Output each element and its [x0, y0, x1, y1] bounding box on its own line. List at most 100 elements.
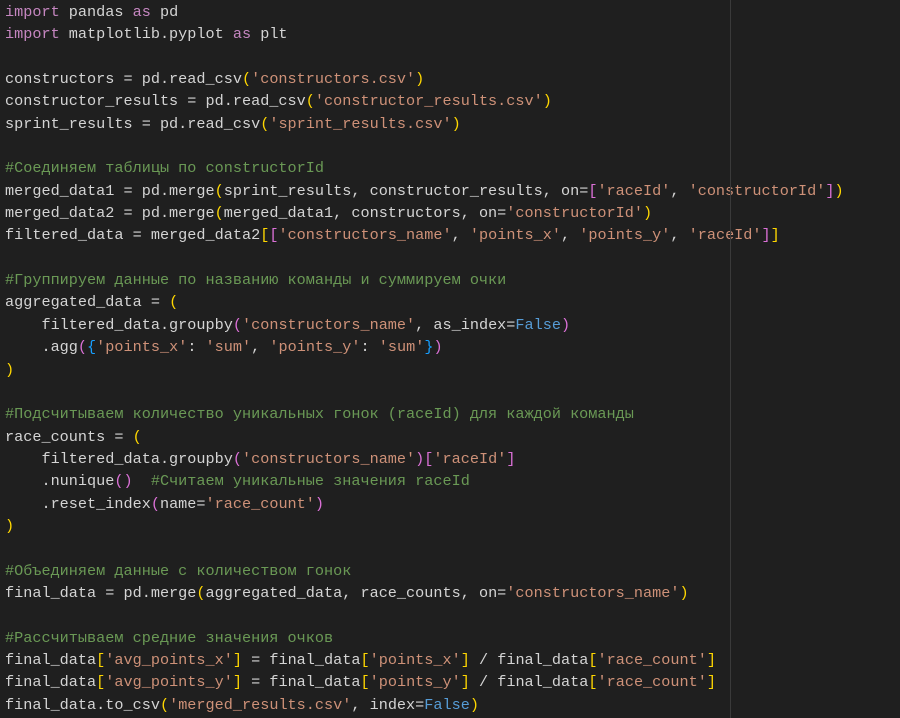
code-line[interactable]: ) [5, 359, 900, 381]
comment: #Рассчитываем средние значения очков [5, 628, 334, 647]
string-literal: 'sprint_results.csv' [269, 114, 452, 133]
code-line[interactable]: .agg({'points_x': 'sum', 'points_y': 'su… [5, 336, 900, 358]
code-line[interactable]: final_data.to_csv('merged_results.csv', … [5, 694, 900, 716]
string-literal: 'constructors.csv' [251, 70, 416, 89]
code-line[interactable]: ​ [5, 604, 900, 626]
code-line[interactable]: race_counts = ( [5, 426, 900, 448]
code-text: final_data.to_csv [5, 695, 160, 714]
code-line[interactable]: constructor_results = pd.read_csv('const… [5, 90, 900, 112]
code-text: final_data [5, 650, 97, 669]
bracket: ( [150, 494, 160, 513]
bracket: ( [159, 695, 170, 714]
code-line[interactable]: #Соединяем таблицы по constructorId [5, 157, 900, 179]
bracket: ( [305, 92, 315, 111]
code-text: final_data = pd.merge [5, 583, 197, 602]
code-line[interactable]: ​ [5, 537, 900, 559]
code-line[interactable]: filtered_data.groupby('constructors_name… [5, 314, 900, 336]
bracket: ) [415, 70, 425, 89]
code-line[interactable]: .reset_index(name='race_count') [5, 493, 900, 515]
code-text: merged_data1 = pd.merge [5, 181, 215, 200]
code-line[interactable]: filtered_data.groupby('constructors_name… [5, 448, 900, 470]
comment: #Считаем уникальные значения raceId [150, 472, 470, 491]
code-line[interactable]: ​ [5, 135, 900, 157]
string-literal: 'raceId' [688, 226, 762, 245]
bracket: ] [706, 673, 716, 692]
string-literal: 'points_y' [579, 226, 671, 245]
constant: False [424, 695, 470, 714]
bracket: ( [214, 181, 224, 200]
string-literal: 'avg_points_x' [105, 650, 233, 669]
code-text: matplotlib.pyplot [59, 25, 233, 44]
code-editor[interactable]: import pandas as pd import matplotlib.pyp… [5, 1, 900, 716]
bracket: [ [96, 673, 106, 692]
bracket: ( [241, 70, 252, 89]
string-literal: 'avg_points_y' [105, 673, 233, 692]
comment: #Подсчитываем количество уникальных гоно… [5, 405, 634, 424]
code-text: , [670, 181, 689, 200]
code-text: constructors = pd.read_csv [5, 70, 242, 89]
code-text: aggregated_data, race_counts, on= [205, 583, 507, 602]
bracket: ) [5, 516, 15, 535]
code-line[interactable]: import pandas as pd [5, 1, 900, 23]
code-line[interactable]: ) [5, 515, 900, 537]
bracket: ) [561, 315, 571, 334]
code-line[interactable]: merged_data1 = pd.merge(sprint_results, … [5, 180, 900, 202]
comment: #Группируем данные по названию команды и… [5, 271, 507, 290]
code-line[interactable]: aggregated_data = ( [5, 291, 900, 313]
code-text: pandas [59, 3, 133, 21]
code-text: filtered_data.groupby [5, 449, 233, 468]
bracket: ) [834, 181, 844, 200]
code-line[interactable]: ​ [5, 381, 900, 403]
string-literal: 'constructors_name' [278, 226, 452, 245]
code-text: : [187, 338, 206, 357]
bracket: ) [433, 338, 443, 357]
code-text: .nunique [5, 472, 115, 491]
bracket: ] [232, 650, 242, 669]
bracket: ] [460, 650, 470, 669]
code-line[interactable]: #Подсчитываем количество уникальных гоно… [5, 403, 900, 425]
string-literal: 'points_x' [369, 650, 461, 669]
string-literal: 'points_y' [269, 338, 361, 357]
code-line[interactable]: merged_data2 = pd.merge(merged_data1, co… [5, 202, 900, 224]
code-line[interactable]: constructors = pd.read_csv('constructors… [5, 68, 900, 90]
keyword: import [5, 3, 60, 21]
code-line[interactable]: #Рассчитываем средние значения очков [5, 627, 900, 649]
string-literal: 'raceId' [433, 449, 507, 468]
bracket: ) [451, 114, 461, 133]
string-literal: 'constructorId' [688, 181, 826, 200]
bracket: ( [232, 315, 242, 334]
code-line[interactable]: final_data['avg_points_y'] = final_data[… [5, 671, 900, 693]
code-text: plt [251, 25, 288, 44]
bracket: ( [169, 293, 179, 312]
string-literal: 'points_x' [96, 338, 188, 357]
code-text: merged_data1, constructors, on= [223, 204, 507, 223]
bracket: ] [761, 226, 771, 245]
code-line[interactable]: final_data = pd.merge(aggregated_data, r… [5, 582, 900, 604]
keyword: as [232, 25, 252, 44]
code-line[interactable]: #Группируем данные по названию команды и… [5, 269, 900, 291]
bracket: () [114, 472, 133, 491]
string-literal: 'constructorId' [506, 204, 644, 223]
code-text: constructor_results = pd.read_csv [5, 92, 306, 111]
code-line[interactable]: #Объединяем данные с количеством гонок [5, 560, 900, 582]
code-text: filtered_data = merged_data2 [5, 226, 261, 245]
code-text: , [251, 338, 270, 357]
code-line[interactable]: filtered_data = merged_data2[['construct… [5, 224, 900, 246]
code-line[interactable]: ​ [5, 247, 900, 269]
code-line[interactable]: sprint_results = pd.read_csv('sprint_res… [5, 113, 900, 135]
code-text: , [451, 226, 470, 245]
code-line[interactable]: .nunique() #Считаем уникальные значения … [5, 470, 900, 492]
bracket: ( [232, 449, 242, 468]
bracket: ( [214, 204, 224, 223]
code-text: final_data [5, 673, 97, 692]
code-line[interactable]: final_data['avg_points_x'] = final_data[… [5, 649, 900, 671]
code-text: , [561, 226, 580, 245]
code-line[interactable]: import matplotlib.pyplot as plt [5, 23, 900, 45]
bracket: ) [314, 494, 325, 513]
code-line[interactable]: ​ [5, 46, 900, 68]
code-text: = final_data [242, 650, 361, 669]
code-text: , [670, 226, 689, 245]
constant: False [515, 315, 561, 334]
code-text: race_counts = [5, 427, 133, 446]
code-text: filtered_data.groupby [5, 315, 233, 334]
